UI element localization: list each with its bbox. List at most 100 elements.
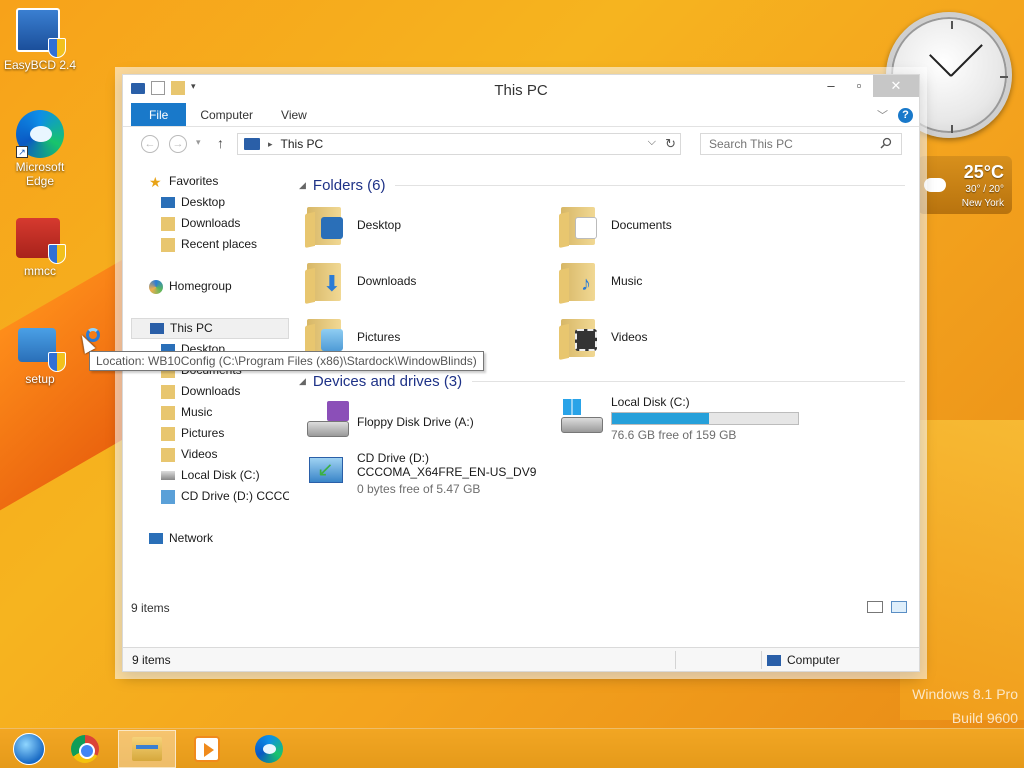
- setup-icon: [16, 322, 66, 372]
- refresh-icon[interactable]: ↻: [665, 136, 676, 152]
- clock-hour-hand: [929, 54, 952, 77]
- os-watermark-build: Build 9600: [951, 710, 1018, 726]
- back-button[interactable]: ←: [141, 135, 159, 153]
- desktop-icon-edge[interactable]: ↗ Microsoft Edge: [2, 110, 78, 188]
- taskbar-file-explorer[interactable]: [118, 730, 176, 768]
- item-count: 9 items: [131, 601, 170, 615]
- search-input[interactable]: [700, 133, 902, 155]
- weather-range: 30° / 20°: [965, 184, 1004, 195]
- disk-usage-bar: [611, 412, 799, 425]
- nav-item-fav-downloads[interactable]: Downloads: [131, 213, 289, 234]
- taskbar-chrome[interactable]: [56, 730, 114, 768]
- drive-name: Floppy Disk Drive (A:): [357, 415, 474, 429]
- folder-downloads[interactable]: ⬇ Downloads: [305, 259, 416, 305]
- tab-view[interactable]: View: [267, 103, 321, 126]
- network-icon: [149, 533, 163, 544]
- desktop-icon-easybcd[interactable]: EasyBCD 2.4: [2, 8, 78, 72]
- collapse-arrow-icon[interactable]: ◢: [299, 180, 306, 191]
- explorer-body: ★ Favorites Desktop Downloads Recent plac…: [123, 161, 919, 619]
- close-button[interactable]: ✕: [873, 75, 919, 97]
- content-pane: ◢ Folders (6) Desktop Documents ⬇ Downlo…: [295, 161, 909, 619]
- status-item-count: 9 items: [132, 653, 171, 667]
- computer-icon: [767, 654, 781, 666]
- address-bar[interactable]: ▸ This PC ⌵ ↻: [237, 133, 681, 155]
- nav-item-fav-desktop[interactable]: Desktop: [131, 192, 289, 213]
- computer-icon: [150, 323, 164, 334]
- ribbon-tabs: File Computer View ﹀ ?: [123, 103, 919, 127]
- help-icon[interactable]: ?: [898, 107, 913, 123]
- desktop-icon-mmcc[interactable]: mmcc: [2, 214, 78, 278]
- folder-music[interactable]: ♪ Music: [559, 259, 642, 305]
- nav-item-this-pc[interactable]: This PC: [131, 318, 289, 339]
- desktop-icon-label: setup: [25, 372, 55, 386]
- forward-button[interactable]: →: [169, 135, 187, 153]
- shortcut-arrow-icon: ↗: [16, 146, 28, 158]
- taskbar-edge[interactable]: [240, 730, 298, 768]
- cd-drive-icon: ↙: [303, 451, 353, 495]
- group-header-devices[interactable]: ◢ Devices and drives (3): [299, 373, 905, 390]
- videos-icon: [161, 447, 175, 462]
- nav-item-pc-downloads[interactable]: Downloads: [131, 381, 289, 402]
- easybcd-icon: [16, 8, 66, 58]
- chevron-right-icon[interactable]: ▸: [268, 139, 273, 150]
- title-bar[interactable]: ▾ This PC – ▫ ✕: [123, 75, 919, 103]
- drive-free-space: 0 bytes free of 5.47 GB: [357, 482, 481, 496]
- windows-drive-icon: [557, 395, 607, 439]
- nav-item-pc-pictures[interactable]: Pictures: [131, 423, 289, 444]
- start-orb-icon: [13, 733, 45, 765]
- search-icon[interactable]: [880, 137, 892, 149]
- collapse-arrow-icon[interactable]: ◢: [299, 376, 306, 387]
- taskbar-media-player[interactable]: [178, 730, 236, 768]
- nav-item-pc-videos[interactable]: Videos: [131, 444, 289, 465]
- nav-item-local-disk[interactable]: Local Disk (C:): [131, 465, 289, 486]
- start-button[interactable]: [0, 730, 58, 768]
- drive-floppy[interactable]: Floppy Disk Drive (A:): [303, 399, 474, 443]
- explorer-window[interactable]: ▾ This PC – ▫ ✕ File Computer View ﹀ ? ←…: [122, 74, 920, 672]
- address-dropdown-icon[interactable]: ⌵: [648, 136, 656, 149]
- drive-local-disk[interactable]: Local Disk (C:) 76.6 GB free of 159 GB: [557, 395, 799, 442]
- desktop-icon: [161, 197, 175, 208]
- downloads-icon: [161, 216, 175, 231]
- drive-cd[interactable]: ↙ CD Drive (D:) CCCOMA_X64FRE_EN-US_DV9 …: [303, 451, 536, 496]
- folder-videos[interactable]: Videos: [559, 315, 647, 361]
- pictures-icon: [161, 426, 175, 441]
- nav-item-favorites[interactable]: ★ Favorites: [131, 171, 289, 192]
- recent-locations-icon[interactable]: ▾: [196, 137, 201, 148]
- nav-item-cd-drive[interactable]: CD Drive (D:) CCCOI: [131, 486, 289, 507]
- edge-icon: [255, 735, 283, 763]
- address-path[interactable]: This PC: [281, 137, 324, 151]
- navigation-bar: ← → ▾ ↑ ▸ This PC ⌵ ↻: [123, 127, 919, 161]
- folder-icon: [559, 203, 601, 249]
- folder-documents[interactable]: Documents: [559, 203, 672, 249]
- cd-drive-icon: [161, 489, 175, 504]
- details-view-icon[interactable]: [867, 601, 883, 613]
- folder-icon: [559, 315, 601, 361]
- hard-drive-icon: [161, 471, 175, 480]
- shield-icon: [48, 244, 66, 264]
- maximize-button[interactable]: ▫: [845, 75, 873, 97]
- homegroup-icon: [149, 279, 163, 294]
- tab-computer[interactable]: Computer: [186, 103, 267, 126]
- tab-file[interactable]: File: [131, 103, 187, 126]
- weather-city: New York: [961, 198, 1004, 209]
- floppy-drive-icon: [303, 399, 353, 443]
- clock-minute-hand: [950, 44, 983, 77]
- drive-free-space: 76.6 GB free of 159 GB: [611, 428, 737, 442]
- group-header-folders[interactable]: ◢ Folders (6): [299, 177, 905, 194]
- nav-item-network[interactable]: Network: [131, 528, 289, 549]
- expand-ribbon-icon[interactable]: ﹀: [877, 107, 888, 123]
- folder-desktop[interactable]: Desktop: [305, 203, 401, 249]
- desktop-icon-label: Microsoft Edge: [15, 160, 65, 188]
- weather-gadget[interactable]: 25°C 30° / 20° New York: [918, 156, 1012, 214]
- nav-item-pc-music[interactable]: Music: [131, 402, 289, 423]
- nav-item-recent-places[interactable]: Recent places: [131, 234, 289, 255]
- desktop-icon-setup[interactable]: setup: [2, 322, 78, 386]
- desktop-icon-label: mmcc: [24, 264, 56, 278]
- shield-icon: [48, 38, 66, 58]
- navigation-pane: ★ Favorites Desktop Downloads Recent plac…: [131, 171, 289, 619]
- large-icons-view-icon[interactable]: [891, 601, 907, 613]
- nav-item-homegroup[interactable]: Homegroup: [131, 276, 289, 297]
- up-button[interactable]: ↑: [217, 135, 224, 151]
- minimize-button[interactable]: –: [817, 75, 845, 97]
- weather-temperature: 25°C: [963, 162, 1004, 182]
